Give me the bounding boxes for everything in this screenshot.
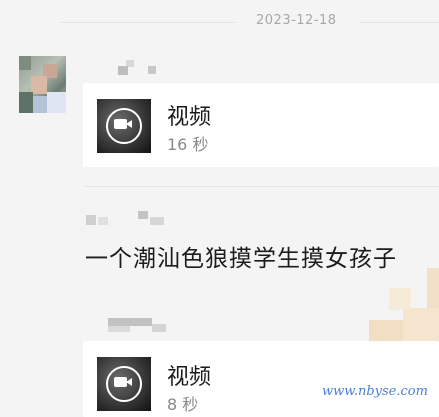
video-camera-lens-icon <box>126 378 132 386</box>
video-title: 视频 <box>167 105 212 130</box>
video-thumbnail[interactable] <box>97 357 151 411</box>
date-divider-right <box>360 22 439 23</box>
date-separator: 2023-12-18 <box>0 12 439 34</box>
sender-name-redacted <box>108 60 160 76</box>
video-thumbnail[interactable] <box>97 99 151 153</box>
video-title: 视频 <box>167 365 212 390</box>
message-text[interactable]: 一个潮汕色狼摸学生摸女孩子 <box>85 239 397 273</box>
sender-avatar[interactable] <box>19 56 66 113</box>
video-duration: 8 秒 <box>167 395 199 414</box>
video-duration: 16 秒 <box>167 135 209 154</box>
date-label: 2023-12-18 <box>256 13 337 28</box>
date-divider-left <box>60 22 235 23</box>
sender-name-redacted <box>86 211 176 227</box>
video-message[interactable]: 视频 16 秒 <box>83 83 439 167</box>
watermark: www.nbyse.com <box>322 384 428 399</box>
video-message[interactable]: 视频 8 秒 <box>83 341 439 417</box>
sender-name-redacted <box>108 318 168 334</box>
message-divider <box>83 186 439 187</box>
video-camera-lens-icon <box>126 120 132 128</box>
